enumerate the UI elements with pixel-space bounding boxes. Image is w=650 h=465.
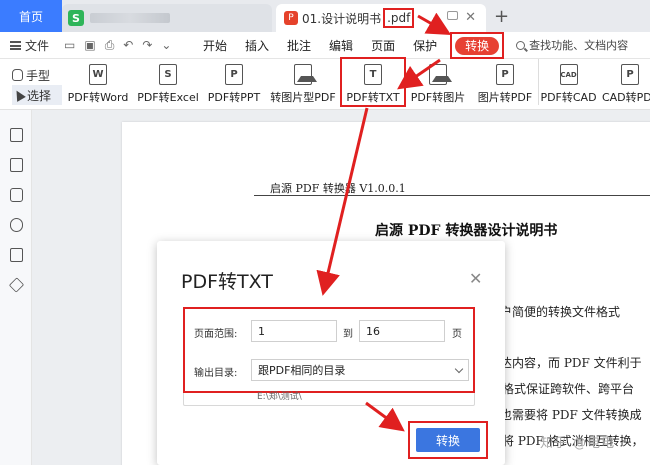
search-label: 查找功能、文档内容 [529,39,629,52]
tool-pdf-to-word[interactable]: W PDF转Word [64,59,132,105]
tool-label: CAD转PDF [601,91,650,104]
left-sidebar [0,110,32,465]
hand-tool[interactable]: 手型 [12,65,62,85]
page-header-text: 启源 PDF 转换器 V1.0.0.1 [270,182,406,195]
body-text-line: 也需要将 PDF 文件转换成 [500,408,642,422]
chevron-down-icon [454,364,464,374]
more-chevron-icon[interactable]: ⌄ [161,38,171,52]
menu-bar: 文件 ▭ ▣ ⎙ ↶ ↷ ⌄ 开始 插入 批注 编辑 页面 保护 转换 查找功能… [0,31,650,59]
hand-icon [12,69,23,81]
file-menu[interactable]: 文件 [0,37,58,54]
tab-bar: 首页 S P 01.设计说明书 .pdf ✕ + [0,0,650,32]
select-tool[interactable]: 选择 [12,85,62,105]
search-box[interactable]: 查找功能、文档内容 [516,37,628,53]
thumbnail-icon[interactable] [10,158,23,172]
ppt-doc-icon: P [225,64,243,85]
tool-cad-to-pdf[interactable]: P CAD转PDF [598,59,650,105]
tool-label: PDF转TXT [346,91,400,104]
txt-doc-icon: T [364,64,382,85]
pdf-to-txt-dialog: PDF转TXT ✕ 页面范围: 1 到 16 页 输出目录: 跟PDF相同的目录… [157,241,505,465]
cursor-arrow-icon [12,88,26,102]
tab-pdf-extension: .pdf [383,8,415,28]
comment-icon[interactable] [10,188,23,202]
quick-access-toolbar: ▭ ▣ ⎙ ↶ ↷ ⌄ [58,38,194,53]
convert-tools: W PDF转Word S PDF转Excel P PDF转PPT 转图片型PDF TP… [64,57,650,110]
hand-label: 手型 [26,68,51,83]
output-dir-select[interactable]: 跟PDF相同的目录 [251,359,469,381]
window-icon[interactable] [447,11,458,20]
menu-tab-start[interactable]: 开始 [194,37,236,54]
pdf-doc-icon: P [621,64,639,85]
tool-label: PDF转CAD [540,91,597,104]
tool-label: 图片转PDF [477,91,533,104]
word-doc-icon: W [89,64,107,85]
convert-tab-highlight: 转换 [450,31,505,59]
tool-label: PDF转Excel [137,91,199,104]
tab-spreadsheet[interactable]: S [62,4,272,32]
output-path: E:\郑\测试\ [257,392,302,402]
dialog-title: PDF转TXT [181,271,273,293]
attachment-icon[interactable] [10,218,23,232]
tool-pdf-to-cad[interactable]: CAD PDF转CAD [538,59,598,105]
excel-doc-icon: S [159,64,177,85]
tab-home[interactable]: 首页 [0,0,62,32]
tool-label: PDF转Word [67,91,129,104]
blurred-tab-title [90,13,170,23]
page-from-input[interactable]: 1 [251,320,337,342]
redo-icon[interactable]: ↷ [142,38,152,52]
menu-tab-protect[interactable]: 保护 [404,37,446,54]
document-title: 启源 PDF 转换器设计说明书 [375,223,558,239]
body-text-line: 达内容，而 PDF 文件利于 [500,356,642,370]
output-dir-label: 输出目录: [194,368,238,379]
tool-pdf-to-image[interactable]: PDF转图片 [404,59,472,105]
bookmark-icon[interactable] [10,128,23,142]
print-icon[interactable]: ⎙ [105,38,115,53]
close-tab-icon[interactable]: ✕ [465,10,476,25]
pdf-logo-icon: P [284,11,298,25]
page-to-input[interactable]: 16 [359,320,445,342]
menu-tab-edit[interactable]: 编辑 [320,37,362,54]
menu-tab-comment[interactable]: 批注 [278,37,320,54]
tool-label: PDF转PPT [207,91,261,104]
cad-doc-icon: CAD [559,64,578,85]
save-icon[interactable]: ▣ [84,38,95,52]
convert-button[interactable]: 转换 [416,428,480,452]
search-icon [516,40,526,50]
header-rule [254,195,650,196]
page-unit-label: 页 [452,329,462,340]
spreadsheet-logo-icon: S [68,10,84,26]
select-label: 选择 [27,88,52,103]
menu-tab-page[interactable]: 页面 [362,37,404,54]
body-text-line: 用户简便的转换文件格式 [488,305,621,319]
close-icon[interactable]: ✕ [469,269,482,288]
tab-pdf-document[interactable]: P 01.设计说明书 .pdf ✕ [276,4,486,32]
menu-tab-convert[interactable]: 转换 [455,36,500,55]
page-range-label: 页面范围: [194,329,238,340]
tab-pdf-name: 01.设计说明书 [302,11,382,26]
ribbon-toolbar: 手型 选择 W PDF转Word S PDF转Excel P PDF转PPT 转图片型… [0,57,650,110]
menu-tab-insert[interactable]: 插入 [236,37,278,54]
tool-pdf-to-txt[interactable]: T PDF转TXT [340,57,406,107]
tool-image-to-pdf[interactable]: P 图片转PDF [472,59,538,105]
layers-icon[interactable] [8,277,25,293]
signature-icon[interactable] [10,248,23,262]
open-folder-icon[interactable]: ▭ [64,38,75,52]
tool-image-pdf[interactable]: 转图片型PDF [264,59,342,105]
image-doc-icon [294,64,317,85]
tool-pdf-to-excel[interactable]: S PDF转Excel [132,59,204,105]
image-icon [429,64,452,85]
output-dir-value: 跟PDF相同的目录 [258,364,346,377]
body-text-line: 格式保证跨软件、跨平台 [502,382,635,396]
tool-pdf-to-ppt[interactable]: P PDF转PPT [204,59,264,105]
watermark: 知乎 @电电 [540,436,616,451]
hamburger-icon [10,40,21,50]
tool-label: 转图片型PDF [270,91,336,104]
new-tab-icon[interactable]: + [494,6,509,27]
cursor-tools: 手型 选择 [12,65,62,105]
pdf-doc-icon: P [496,64,514,85]
undo-icon[interactable]: ↶ [123,38,133,52]
to-label: 到 [343,329,353,340]
file-menu-label: 文件 [25,38,50,53]
tool-label: PDF转图片 [410,91,466,104]
